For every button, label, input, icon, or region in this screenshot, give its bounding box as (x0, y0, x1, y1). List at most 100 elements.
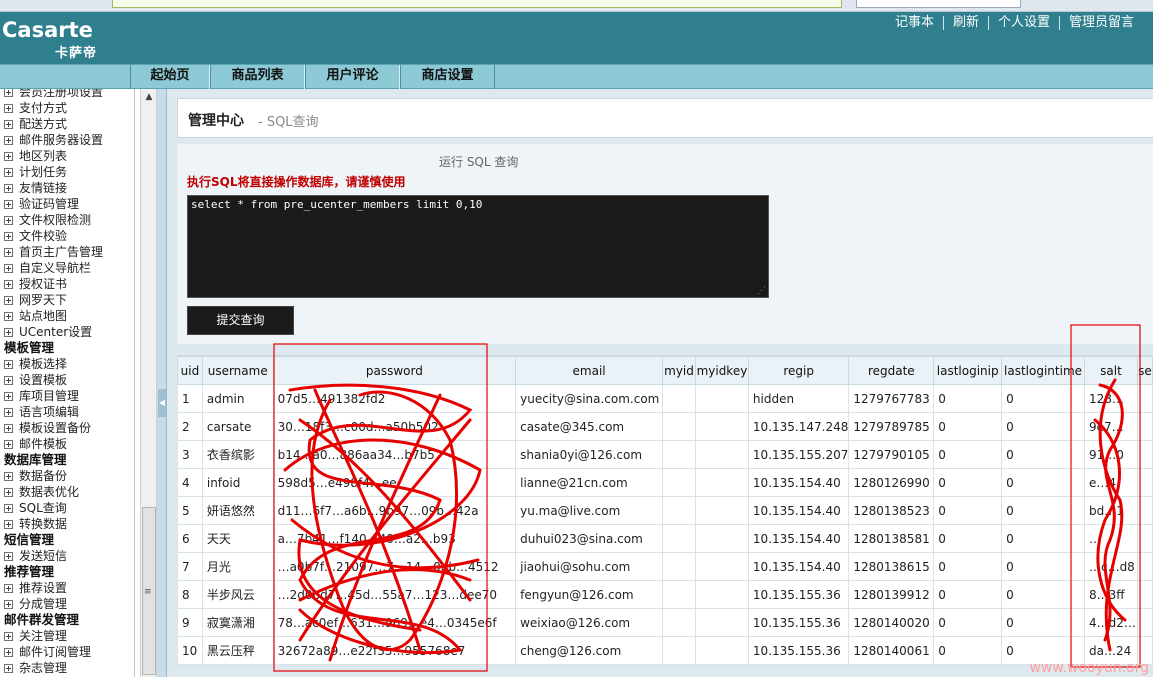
address-bar[interactable] (112, 0, 842, 8)
browser-search-box[interactable] (856, 0, 1021, 8)
sidebar-item[interactable]: 推荐设置 (0, 580, 134, 596)
watermark: www.wooyun.org (1029, 660, 1149, 676)
sidebar-item[interactable]: 网罗天下 (0, 292, 134, 308)
sidebar-item[interactable]: SQL查询 (0, 500, 134, 516)
sidebar-group-heading[interactable]: 模板管理 (0, 340, 134, 356)
sidebar-item[interactable]: 支付方式 (0, 100, 134, 116)
sidebar-item[interactable]: 转换数据 (0, 516, 134, 532)
resize-grip-icon[interactable]: ⋰ (757, 286, 766, 296)
expand-icon (4, 104, 13, 113)
sidebar-group-heading[interactable]: 邮件群发管理 (0, 612, 134, 628)
sidebar-item[interactable]: 首页主广告管理 (0, 244, 134, 260)
sidebar-item[interactable]: 发送短信 (0, 548, 134, 564)
expand-icon (4, 600, 13, 609)
sidebar-item-label: 杂志管理 (19, 661, 68, 675)
sidebar-item[interactable]: 数据表优化 (0, 484, 134, 500)
sidebar-item-label: SQL查询 (19, 501, 67, 515)
tab-product-list[interactable]: 商品列表 (210, 65, 305, 89)
scroll-up-icon[interactable]: ▲ (143, 91, 155, 103)
column-header: salt (1083, 356, 1138, 385)
sidebar-item[interactable]: 分成管理 (0, 596, 134, 612)
tab-user-reviews[interactable]: 用户评论 (305, 65, 400, 89)
sidebar-item-label: 库项目管理 (19, 389, 80, 403)
table-cell: 黑云压秤 (201, 636, 274, 665)
table-cell (694, 468, 749, 497)
table-cell (662, 440, 696, 469)
table-cell: shania0yi@126.com (515, 440, 664, 469)
sidebar-item[interactable]: 配送方式 (0, 116, 134, 132)
sidebar-item[interactable]: 库项目管理 (0, 388, 134, 404)
tab-shop-settings[interactable]: 商店设置 (400, 65, 495, 89)
table-cell: 10.135.147.248 (747, 412, 850, 441)
table-cell (694, 412, 749, 441)
expand-icon (4, 296, 13, 305)
notepad-link[interactable]: 记事本 (886, 16, 943, 30)
sidebar-item[interactable]: 验证码管理 (0, 196, 134, 212)
table-cell: 10.135.154.40 (747, 552, 850, 581)
table-cell: 1280138615 (848, 552, 935, 581)
table-cell: 1279790105 (848, 440, 935, 469)
sidebar-item[interactable]: 会员注册项设置 (0, 89, 134, 100)
sidebar-item[interactable]: 语言项编辑 (0, 404, 134, 420)
sidebar-item[interactable]: 计划任务 (0, 164, 134, 180)
table-cell: 0 (1001, 608, 1085, 637)
sidebar-group-heading[interactable]: 短信管理 (0, 532, 134, 548)
table-cell (694, 440, 749, 469)
table-cell: 598d5…e498f4…ee (272, 468, 517, 497)
refresh-link[interactable]: 刷新 (942, 16, 988, 30)
result-table: uid username password email myid myidkey regip… (177, 355, 1153, 665)
sidebar-item[interactable]: 邮件订阅管理 (0, 644, 134, 660)
table-cell: yuecity@sina.com.com (515, 384, 664, 413)
table-cell: 4 (177, 468, 203, 497)
table-cell: 1279767783 (848, 384, 935, 413)
sidebar-item[interactable]: 杂志管理 (0, 660, 134, 676)
sql-textarea[interactable]: select * from pre_ucenter_members limit … (187, 195, 769, 298)
sidebar-item-label: 验证码管理 (19, 197, 80, 211)
sidebar-item[interactable]: 地区列表 (0, 148, 134, 164)
tab-start-page[interactable]: 起始页 (130, 65, 210, 89)
sidebar-item-label: 授权证书 (19, 277, 68, 291)
table-cell: d11…6f7…a6b…9b97…09b…42a (272, 496, 517, 525)
sidebar-item[interactable]: 模板选择 (0, 356, 134, 372)
sidebar-item[interactable]: 授权证书 (0, 276, 134, 292)
collapse-sidebar-icon[interactable]: ◀ (158, 389, 166, 417)
sidebar-scrollbar[interactable]: ▲ ≡ (140, 89, 157, 677)
sidebar-menu: 会员注册项设置 支付方式 配送方式 邮件服务器设置 地区列表 计划任务 友情链接 验证码管理文… (0, 89, 134, 676)
table-cell: 0 (933, 580, 1003, 609)
sidebar-item[interactable]: 文件校验 (0, 228, 134, 244)
sidebar-item[interactable]: UCenter设置 (0, 324, 134, 340)
table-cell (1136, 440, 1153, 469)
table-row: 9 寂寞潇湘 78…ac0ef…631…969…e4…0345e6f weixiao@… (177, 608, 1153, 637)
table-cell (1136, 468, 1153, 497)
sidebar-item[interactable]: 模板设置备份 (0, 420, 134, 436)
table-row: 5 妍语悠然 d11…6f7…a6b…9b97…09b…42a yu.ma@live.… (177, 496, 1153, 525)
sidebar-group-heading[interactable]: 推荐管理 (0, 564, 134, 580)
table-cell: lianne@21cn.com (515, 468, 664, 497)
sidebar-item[interactable]: 友情链接 (0, 180, 134, 196)
sidebar-item-label: 模板设置备份 (19, 421, 92, 435)
column-header: password (272, 356, 517, 385)
sidebar-item[interactable]: 邮件模板 (0, 436, 134, 452)
sidebar-item[interactable]: 自定义导航栏 (0, 260, 134, 276)
expand-icon (4, 264, 13, 273)
sidebar-item[interactable]: 关注管理 (0, 628, 134, 644)
table-cell: 1 (177, 384, 203, 413)
submit-query-button[interactable]: 提交查询 (187, 306, 294, 335)
table-cell: 寂寞潇湘 (201, 608, 274, 637)
table-cell (694, 496, 749, 525)
sidebar-item[interactable]: 数据备份 (0, 468, 134, 484)
table-cell (1136, 524, 1153, 553)
sidebar-item[interactable]: 文件权限检测 (0, 212, 134, 228)
table-cell: 0 (933, 636, 1003, 665)
page-subtitle: - SQL查询 (258, 115, 319, 130)
sidebar-group-heading[interactable]: 数据库管理 (0, 452, 134, 468)
admin-message-link[interactable]: 管理员留言 (1058, 16, 1143, 30)
sidebar-item[interactable]: 站点地图 (0, 308, 134, 324)
sidebar-item[interactable]: 设置模板 (0, 372, 134, 388)
frame-splitter[interactable]: ◀ (157, 89, 167, 677)
panel-title: 运行 SQL 查询 (439, 155, 519, 169)
expand-icon (4, 440, 13, 449)
sidebar-item[interactable]: 邮件服务器设置 (0, 132, 134, 148)
personal-settings-link[interactable]: 个人设置 (987, 16, 1059, 30)
table-cell: 0 (1001, 412, 1085, 441)
